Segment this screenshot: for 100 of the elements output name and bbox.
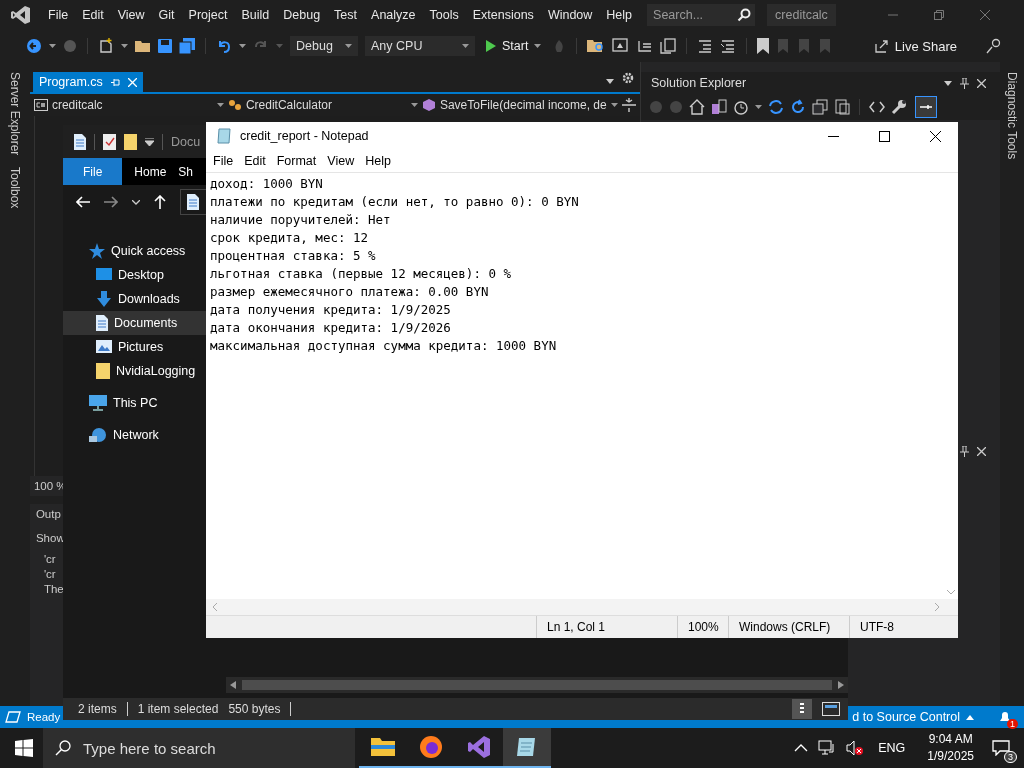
nav-item[interactable]: NvidiaLogging xyxy=(63,359,206,383)
scroll-right-icon[interactable] xyxy=(838,681,844,689)
home-icon[interactable] xyxy=(688,99,705,115)
new-item-icon[interactable] xyxy=(98,38,114,54)
ribbon-tab[interactable]: Home xyxy=(122,158,179,185)
caret-icon[interactable] xyxy=(239,44,246,48)
nav-item[interactable]: Desktop xyxy=(63,263,206,287)
start-button[interactable]: Start xyxy=(482,39,546,53)
pages-icon[interactable] xyxy=(660,38,677,54)
menu-item[interactable]: Edit xyxy=(239,154,271,168)
start-button[interactable] xyxy=(15,739,33,757)
text-line: максимальная доступная сумма кредита: 1000 BYN xyxy=(210,337,558,355)
comment-icon[interactable] xyxy=(697,38,714,54)
caret-icon[interactable] xyxy=(944,80,953,86)
menu-item[interactable]: Debug xyxy=(276,8,328,22)
close-icon[interactable] xyxy=(930,130,941,142)
nav-item[interactable]: Network xyxy=(63,423,206,447)
menu-item[interactable]: View xyxy=(110,8,152,22)
side-tab[interactable]: Server Explorer xyxy=(7,72,22,156)
taskbar-app[interactable] xyxy=(503,728,551,768)
network-icon[interactable] xyxy=(818,740,837,756)
details-view-icon[interactable] xyxy=(792,699,812,719)
maximize-icon[interactable] xyxy=(879,130,890,142)
feedback-icon[interactable] xyxy=(986,38,1002,54)
code-icon[interactable] xyxy=(868,101,885,113)
menu-item[interactable]: Help xyxy=(599,8,640,22)
caret-icon[interactable] xyxy=(121,44,128,48)
project-dropdown[interactable]: creditcalc xyxy=(33,95,224,115)
folder-icon[interactable] xyxy=(124,133,137,150)
menu-item[interactable]: Window xyxy=(540,8,600,22)
notifications-icon[interactable] xyxy=(992,740,1010,756)
properties-icon[interactable] xyxy=(103,133,116,150)
show-files-icon[interactable] xyxy=(833,99,850,115)
caret-icon[interactable] xyxy=(49,44,56,48)
settings-icon[interactable] xyxy=(621,72,634,84)
infinity-logo-icon xyxy=(467,735,491,759)
split-icon[interactable] xyxy=(621,98,636,112)
save-all-icon[interactable] xyxy=(179,38,195,54)
search-field[interactable]: Search... xyxy=(647,4,756,26)
bell-icon[interactable] xyxy=(998,710,1012,724)
caret-icon[interactable] xyxy=(605,79,614,84)
uncomment-icon[interactable] xyxy=(720,38,737,54)
bookmark-icon[interactable] xyxy=(757,38,770,54)
menu-item[interactable]: Tools xyxy=(422,8,466,22)
folder-icon[interactable] xyxy=(135,39,151,53)
menu-item[interactable]: File xyxy=(208,154,239,168)
menu-item[interactable]: Help xyxy=(360,154,396,168)
menu-item[interactable]: Format xyxy=(271,154,322,168)
nav-item[interactable]: Downloads xyxy=(63,287,206,311)
clock[interactable]: 9:04 AM 1/9/2025 xyxy=(927,731,974,765)
menu-item[interactable]: Project xyxy=(181,8,235,22)
refresh-icon[interactable] xyxy=(789,99,806,115)
chevron-up-icon[interactable] xyxy=(794,744,809,752)
source-control-button[interactable]: d to Source Control xyxy=(852,710,974,724)
undo-icon[interactable] xyxy=(216,38,232,54)
class-dropdown[interactable]: CreditCalculator xyxy=(227,95,418,115)
menu-item[interactable]: Git xyxy=(151,8,182,22)
nav-item[interactable]: This PC xyxy=(63,391,206,415)
scrollbar-thumb[interactable] xyxy=(242,680,832,690)
caret-icon[interactable] xyxy=(132,199,140,205)
platform-dropdown[interactable]: Any CPU xyxy=(365,36,475,56)
restore-icon[interactable] xyxy=(933,10,944,20)
history-icon[interactable] xyxy=(732,99,749,115)
large-icons-view-icon[interactable] xyxy=(822,702,840,716)
menu-item[interactable]: Extensions xyxy=(465,8,541,22)
member-dropdown[interactable]: SaveToFile(decimal income, de xyxy=(421,95,618,115)
caret-icon[interactable] xyxy=(145,137,154,146)
switch-views-icon[interactable] xyxy=(710,99,727,115)
window-icon[interactable] xyxy=(612,38,631,54)
find-in-folder-icon[interactable] xyxy=(587,38,606,54)
up-icon[interactable] xyxy=(154,195,166,209)
sync-icon[interactable] xyxy=(767,99,784,115)
side-tab[interactable]: Diagnostic Tools xyxy=(1005,72,1019,160)
volume-muted-icon[interactable] xyxy=(846,740,865,756)
live-share-button[interactable]: Live Share xyxy=(868,37,963,55)
menu-item[interactable]: Edit xyxy=(75,8,111,22)
indent-icon[interactable] xyxy=(637,38,654,54)
caret-icon[interactable] xyxy=(754,105,762,109)
wrench-icon[interactable] xyxy=(890,99,907,115)
collapse-icon[interactable] xyxy=(811,99,828,115)
configuration-dropdown[interactable]: Debug xyxy=(290,36,358,56)
menu-item[interactable]: File xyxy=(44,8,76,22)
ribbon-tab[interactable]: Sh xyxy=(178,158,194,185)
nav-item[interactable]: Pictures xyxy=(63,335,206,359)
nav-item[interactable]: Documents xyxy=(63,311,206,335)
save-icon[interactable] xyxy=(158,39,172,53)
language-indicator[interactable]: ENG xyxy=(878,741,906,755)
menu-item[interactable]: Analyze xyxy=(364,8,423,22)
menu-item[interactable]: View xyxy=(322,154,360,168)
scroll-left-icon[interactable] xyxy=(230,681,236,689)
search-field[interactable]: Type here to search xyxy=(43,728,355,768)
nav-item[interactable]: Quick access xyxy=(63,239,206,263)
preview-icon[interactable] xyxy=(914,96,937,118)
pin-icon[interactable] xyxy=(960,445,970,457)
ribbon-tab[interactable]: File xyxy=(63,158,123,185)
menu-item[interactable]: Build xyxy=(234,8,277,22)
pin-icon[interactable] xyxy=(960,77,970,89)
status-text: Ready xyxy=(27,711,61,723)
side-tab[interactable]: Toolbox xyxy=(7,167,22,209)
menu-item[interactable]: Test xyxy=(327,8,365,22)
